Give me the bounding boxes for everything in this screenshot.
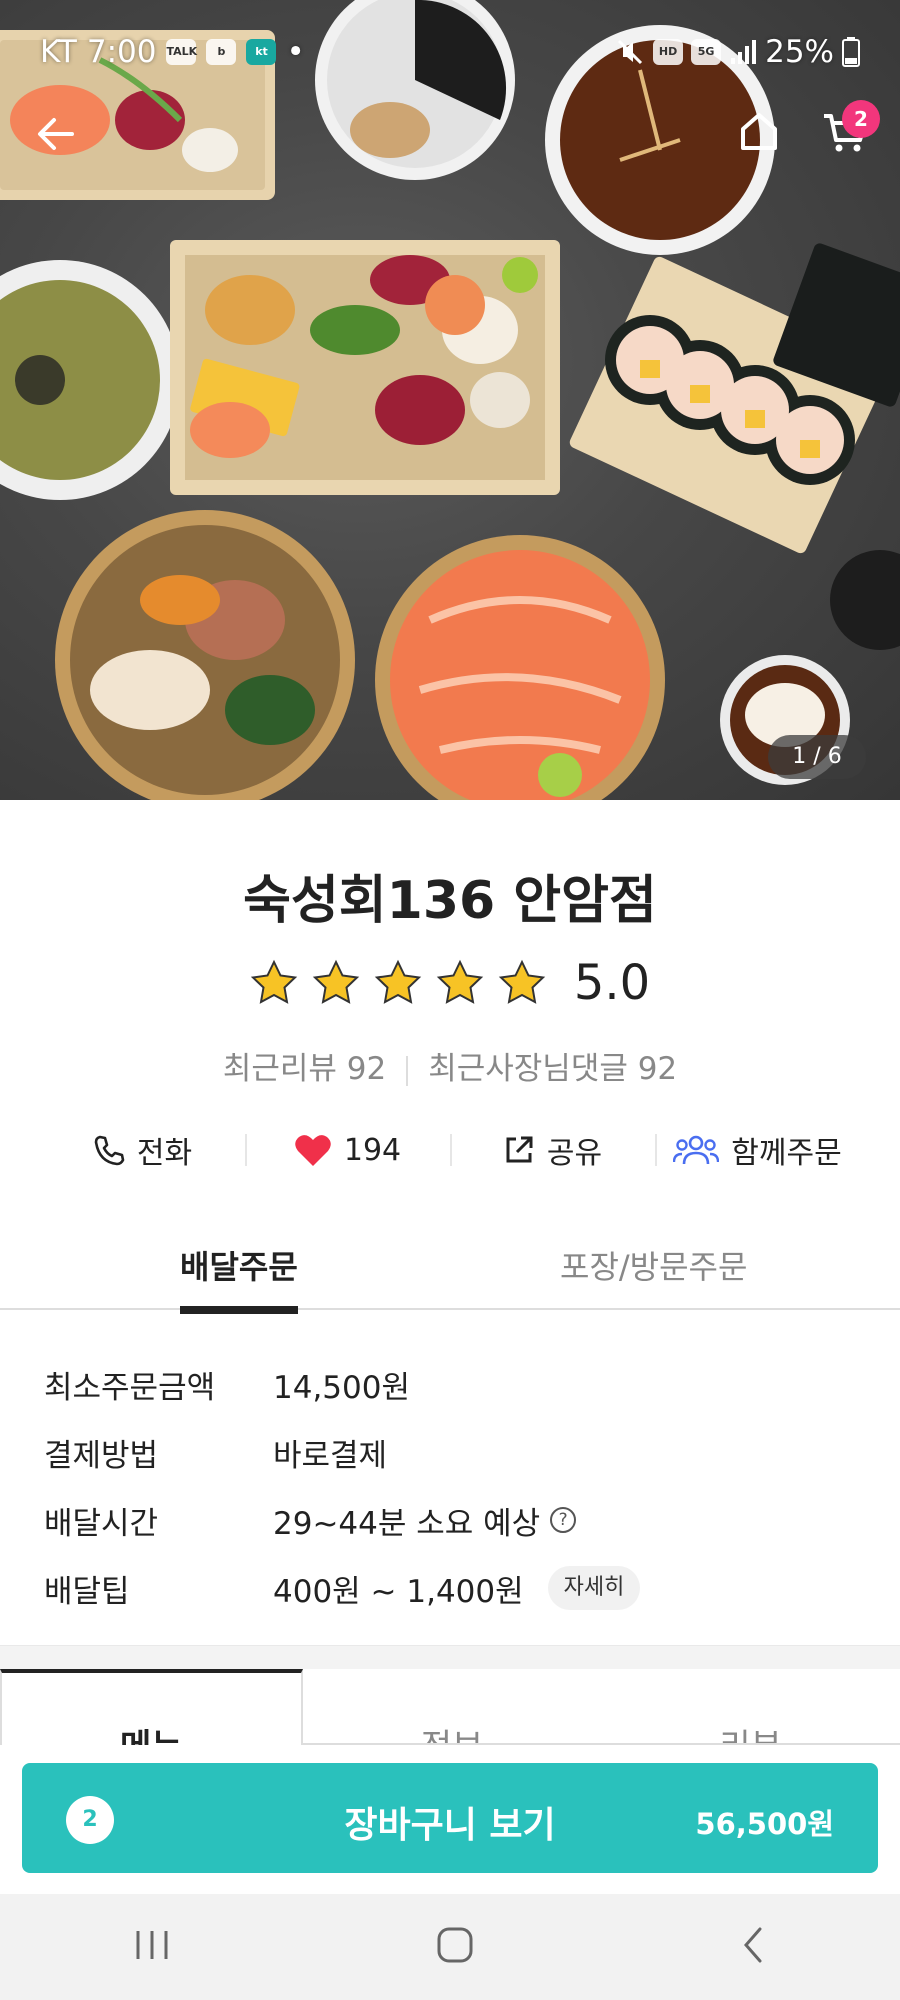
arrow-left-icon (38, 118, 74, 150)
call-label: 전화 (136, 1136, 193, 1171)
talk-icon: TALK (166, 39, 197, 65)
recent-reviews-link[interactable]: 최근리뷰 92 (223, 1051, 386, 1087)
battery-icon (842, 37, 860, 67)
store-hero-image[interactable]: KT 7:00 TALK b kt • HD 5G 25% 2 1 / 6 (0, 0, 900, 800)
more-notifications-dot: • (286, 34, 305, 70)
share-label: 공유 (546, 1136, 603, 1171)
like-button[interactable]: 194 (245, 1122, 450, 1178)
delivery-time-row: 배달시간 29~44분 소요 예상 ? (44, 1486, 864, 1554)
b-app-icon: b (206, 39, 237, 65)
delivery-tip-value: 400원 ~ 1,400원 (273, 1573, 524, 1610)
home-button[interactable] (738, 110, 780, 156)
star-icon (250, 959, 298, 1004)
rating-score: 5.0 (573, 955, 651, 1011)
tip-detail-button[interactable]: 자세히 (547, 1566, 641, 1610)
section-divider (0, 1645, 900, 1669)
payment-label: 결제방법 (44, 1437, 159, 1474)
home-nav-button[interactable] (435, 1925, 475, 1969)
mute-icon (618, 39, 643, 65)
recent-apps-button[interactable] (132, 1927, 172, 1967)
tab-info[interactable]: 정보 (302, 1669, 602, 1745)
view-cart-button[interactable]: 2 장바구니 보기 56,500원 (22, 1763, 878, 1873)
status-bar: KT 7:00 TALK b kt • HD 5G 25% (40, 32, 860, 72)
clock: 7:00 (86, 34, 157, 70)
star-icon (436, 959, 484, 1004)
star-icon (312, 959, 360, 1004)
min-order-value: 14,500원 (273, 1369, 410, 1406)
home-icon (741, 113, 777, 150)
group-icon (673, 1135, 720, 1165)
min-order-row: 최소주문금액 14,500원 (44, 1350, 864, 1418)
owner-replies-link[interactable]: 최근사장님댓글 92 (428, 1051, 677, 1087)
heart-icon (295, 1135, 331, 1166)
network-icon: 5G (691, 39, 722, 65)
share-icon (506, 1136, 533, 1163)
image-pager: 1 / 6 (768, 735, 866, 779)
back-button[interactable] (36, 114, 76, 158)
payment-value: 바로결제 (273, 1437, 388, 1474)
group-order-label: 함께주문 (731, 1136, 842, 1171)
tab-pickup[interactable]: 포장/방문주문 (560, 1242, 747, 1288)
tab-reviews[interactable]: 리뷰 (601, 1669, 900, 1745)
menu-tabs: 메뉴 정보 리뷰 (0, 1669, 900, 1745)
delivery-tip-label: 배달팁 (44, 1573, 130, 1610)
min-order-label: 최소주문금액 (44, 1369, 216, 1406)
store-actions: 전화 194 공유 함께주문 (40, 1122, 860, 1178)
payment-row: 결제방법 바로결제 (44, 1418, 864, 1486)
cart-total-price: 56,500원 (695, 1807, 834, 1841)
call-button[interactable]: 전화 (40, 1122, 245, 1178)
system-nav-bar (0, 1894, 900, 2000)
share-button[interactable]: 공유 (450, 1122, 655, 1178)
divider (406, 1055, 409, 1086)
carrier-label: KT (40, 34, 77, 70)
order-type-tabs: 배달주문 포장/방문주문 (0, 1230, 900, 1314)
home-circle-icon (437, 1927, 473, 1963)
delivery-tip-row: 배달팁 400원 ~ 1,400원 자세히 (44, 1554, 864, 1622)
phone-icon (94, 1135, 125, 1166)
delivery-tip-value-wrap: 400원 ~ 1,400원 자세히 (273, 1566, 641, 1611)
kt-app-icon: kt (246, 39, 277, 65)
help-icon[interactable]: ? (550, 1507, 577, 1533)
chevron-left-icon (744, 1927, 762, 1963)
store-name: 숙성회136 안암점 (243, 871, 657, 931)
battery-level: 25% (765, 34, 834, 70)
delivery-info: 최소주문금액 14,500원 결제방법 바로결제 배달시간 29~44분 소요 … (44, 1350, 864, 1622)
cart-button[interactable]: 2 (822, 100, 880, 158)
tab-delivery[interactable]: 배달주문 (180, 1242, 298, 1314)
delivery-time-value: 29~44분 소요 예상 (273, 1505, 541, 1542)
group-order-button[interactable]: 함께주문 (655, 1122, 860, 1178)
star-icon (374, 959, 422, 1004)
likes-count: 194 (343, 1132, 402, 1168)
signal-icon (731, 40, 757, 64)
delivery-time-label: 배달시간 (44, 1505, 159, 1542)
hd-icon: HD (653, 39, 684, 65)
recent-apps-icon (136, 1931, 168, 1959)
star-icon (498, 959, 546, 1004)
delivery-time-value-wrap: 29~44분 소요 예상 ? (273, 1498, 577, 1543)
back-nav-button[interactable] (738, 1925, 768, 1969)
tab-menu[interactable]: 메뉴 (0, 1669, 303, 1745)
review-summary: 최근리뷰 92 최근사장님댓글 92 (0, 1043, 900, 1088)
rating-row: 5.0 (0, 955, 900, 1011)
cart-count-badge: 2 (842, 100, 880, 138)
